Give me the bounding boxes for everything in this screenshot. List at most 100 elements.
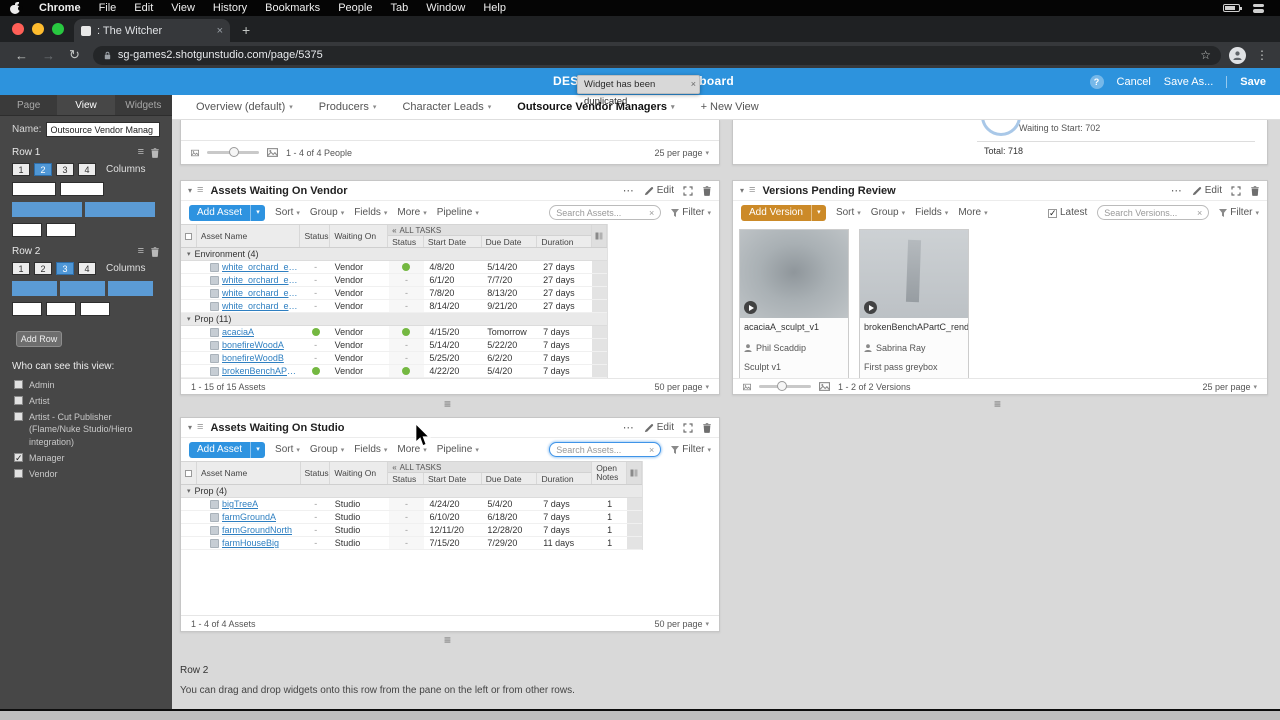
expand-widget-icon[interactable] (683, 423, 693, 433)
tab-widgets[interactable]: Widgets (115, 95, 172, 115)
column-width-input[interactable] (46, 302, 76, 316)
row2-columns-2[interactable]: 2 (34, 262, 52, 275)
table-row[interactable]: farmHouseBig - Studio - 7/15/20 7/29/20 … (181, 537, 642, 550)
table-row[interactable]: bonefireWoodA - Vendor - 5/14/20 5/22/20… (181, 339, 607, 352)
open-notes-count[interactable]: 1 (592, 511, 627, 523)
version-thumbnail[interactable] (740, 230, 848, 318)
add-row-button[interactable]: Add Row (16, 331, 62, 347)
search-box[interactable]: × (549, 205, 661, 220)
column-width-input[interactable] (12, 182, 56, 196)
collapse-widget-icon[interactable]: ▾ (188, 423, 192, 432)
browser-tab[interactable]: : The Witcher × (74, 19, 230, 42)
profile-avatar[interactable] (1229, 47, 1246, 64)
collapse-group-icon[interactable]: ▾ (187, 250, 191, 258)
table-row[interactable]: white_orchard_en... - Vendor - 6/1/20 7/… (181, 274, 607, 287)
clear-search-icon[interactable]: × (649, 208, 654, 218)
per-page-select[interactable]: 50 per page▾ (654, 382, 709, 392)
version-artist[interactable]: Phil Scaddip (740, 334, 848, 353)
widget-drag-icon[interactable]: ≡ (197, 422, 203, 433)
latest-checkbox[interactable] (1048, 209, 1057, 218)
asset-link[interactable]: farmGroundA (222, 512, 276, 522)
cancel-button[interactable]: Cancel (1117, 76, 1151, 88)
table-row[interactable]: white_orchard_en... - Vendor 4/8/20 5/14… (181, 261, 607, 274)
column-width-input[interactable] (46, 223, 76, 237)
open-notes-count[interactable]: 1 (592, 498, 627, 510)
column-header-status[interactable]: Status (300, 225, 330, 247)
tab-close-icon[interactable]: × (217, 25, 223, 37)
add-asset-button[interactable]: Add Asset ▾ (189, 205, 265, 221)
table-row[interactable]: farmGroundA - Studio - 6/10/20 6/18/20 7… (181, 511, 642, 524)
browser-menu-icon[interactable]: ⋮ (1252, 48, 1272, 62)
play-icon[interactable] (864, 301, 877, 314)
expand-widget-icon[interactable] (683, 186, 693, 196)
asset-link[interactable]: bonefireWoodA (222, 340, 284, 350)
column-layout-bar[interactable] (85, 202, 155, 217)
control-center-icon[interactable] (1253, 4, 1264, 13)
delete-row-icon[interactable] (150, 247, 160, 257)
column-header-open-notes[interactable]: Open Notes (592, 462, 627, 484)
checkbox-manager[interactable] (14, 453, 23, 462)
asset-link[interactable]: bonefireWoodB (222, 353, 284, 363)
column-layout-bar[interactable] (60, 281, 105, 296)
zoom-window-button[interactable] (52, 23, 64, 35)
search-assets-input[interactable] (556, 208, 645, 218)
column-header-asset-name[interactable]: Asset Name (197, 225, 301, 247)
table-row[interactable]: farmGroundNorth - Studio - 12/11/20 12/2… (181, 524, 642, 537)
asset-link[interactable]: brokenBenchAPartC (222, 366, 301, 376)
new-tab-button[interactable]: + (242, 22, 250, 38)
bookmark-star-icon[interactable]: ☆ (1200, 48, 1211, 62)
view-character-leads[interactable]: Character Leads▾ (402, 101, 491, 113)
version-name[interactable]: brokenBenchAPartC_rende (860, 318, 968, 334)
group-menu[interactable]: Group▾ (310, 444, 344, 455)
fields-menu[interactable]: Fields▾ (354, 207, 387, 218)
column-header-start-date[interactable]: Start Date (424, 236, 482, 247)
new-view-button[interactable]: + New View (701, 101, 759, 113)
column-header-asset-name[interactable]: Asset Name (197, 462, 301, 484)
table-row[interactable]: bigTreeA - Studio - 4/24/20 5/4/20 7 day… (181, 498, 642, 511)
edit-widget-button[interactable]: Edit (644, 422, 674, 433)
task-group-header[interactable]: «ALL TASKS (388, 462, 591, 473)
column-header-waiting-on[interactable]: Waiting On (330, 462, 388, 484)
per-page-select[interactable]: 50 per page▾ (654, 619, 709, 629)
tab-view[interactable]: View (57, 95, 114, 115)
more-menu[interactable]: More▾ (397, 207, 426, 218)
table-row[interactable]: brokenBenchAPartC Vendor 4/22/20 5/4/20 … (181, 365, 607, 378)
column-header-task-status[interactable]: Status (388, 236, 424, 247)
edit-widget-button[interactable]: Edit (1192, 185, 1222, 196)
collapse-group-icon[interactable]: ▾ (187, 315, 191, 323)
menu-help[interactable]: Help (474, 2, 515, 14)
sort-menu[interactable]: Sort▾ (275, 207, 300, 218)
widget-menu-icon[interactable]: ⋯ (623, 421, 635, 434)
asset-link[interactable]: farmHouseBig (222, 538, 279, 548)
table-row[interactable]: bonefireWoodB - Vendor - 5/25/20 6/2/20 … (181, 352, 607, 365)
widget-drag-icon[interactable]: ≡ (197, 185, 203, 196)
filter-menu[interactable]: Filter▾ (1219, 207, 1259, 218)
clear-search-icon[interactable]: × (649, 445, 654, 455)
menu-edit[interactable]: Edit (125, 2, 162, 14)
select-all-checkbox[interactable] (185, 470, 192, 477)
help-button[interactable]: ? (1090, 75, 1104, 89)
per-page-select[interactable]: 25 per page▾ (1202, 382, 1257, 392)
clear-search-icon[interactable]: × (1197, 208, 1202, 218)
widget-drag-handle[interactable]: ≡ (994, 398, 1001, 410)
column-width-input[interactable] (12, 223, 42, 237)
group-menu[interactable]: Group▾ (310, 207, 344, 218)
collapse-widget-icon[interactable]: ▾ (740, 186, 744, 195)
widget-menu-icon[interactable]: ⋯ (623, 184, 635, 197)
group-row[interactable]: ▾ Environment (4) (181, 248, 607, 261)
column-header-duration[interactable]: Duration (537, 473, 591, 484)
row2-columns-4[interactable]: 4 (78, 262, 96, 275)
menu-file[interactable]: File (90, 2, 126, 14)
save-as-button[interactable]: Save As... (1164, 76, 1214, 88)
tab-page[interactable]: Page (0, 95, 57, 115)
checkbox-artist-cut-publisher[interactable] (14, 412, 23, 421)
column-header-duration[interactable]: Duration (537, 236, 591, 247)
address-bar[interactable]: sg-games2.shotgunstudio.com/page/5375 ☆ (93, 46, 1221, 65)
fields-menu[interactable]: Fields▾ (915, 207, 948, 218)
search-assets-input[interactable] (556, 445, 645, 455)
open-notes-count[interactable]: 1 (592, 537, 627, 549)
asset-link[interactable]: white_orchard_en... (222, 275, 301, 285)
asset-link[interactable]: white_orchard_en... (222, 262, 301, 272)
thumbnail-size-slider[interactable] (759, 385, 811, 388)
open-notes-count[interactable]: 1 (592, 524, 627, 536)
